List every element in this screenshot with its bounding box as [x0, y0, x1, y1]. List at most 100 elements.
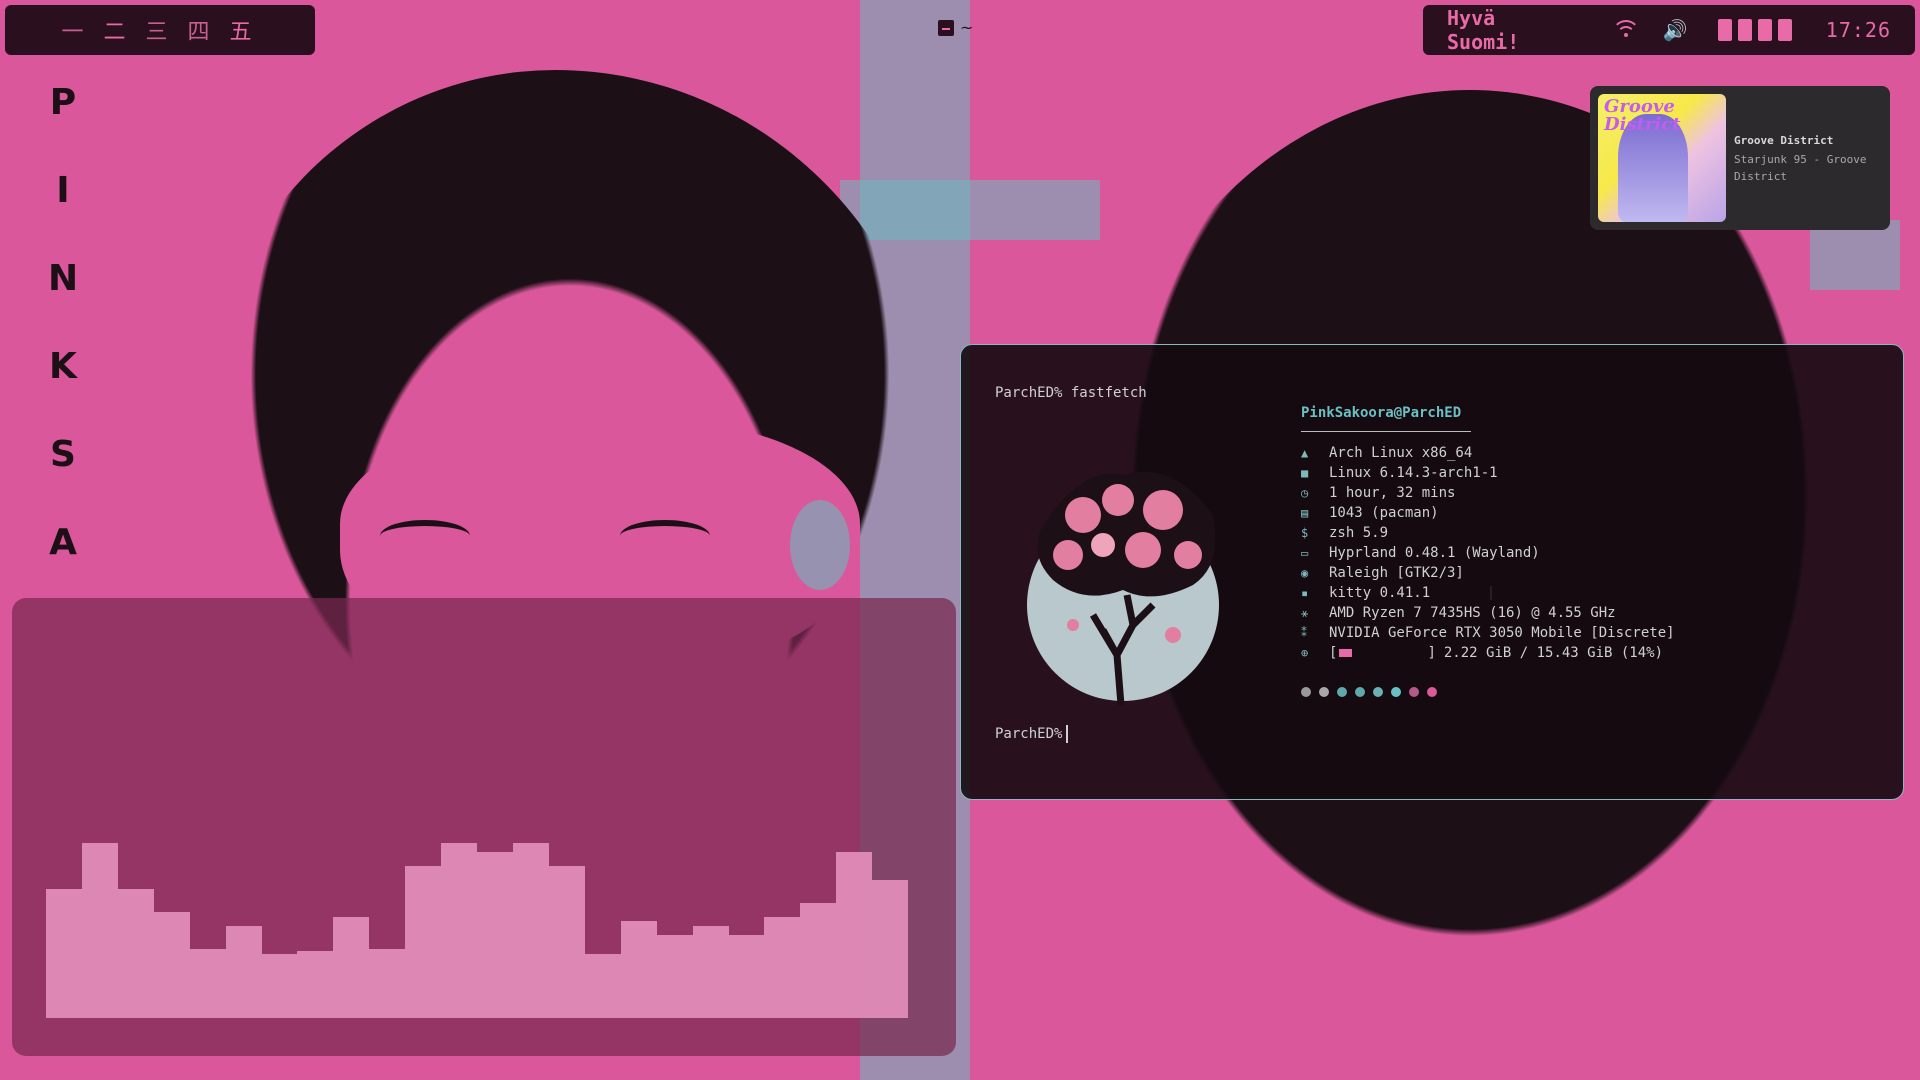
workspace-2[interactable]: 二: [101, 14, 128, 46]
fetch-gpu: NVIDIA GeForce RTX 3050 Mobile [Discrete…: [1329, 625, 1675, 641]
visualizer-bar: [477, 852, 513, 1018]
side-title-letter: K: [49, 346, 77, 387]
active-window-indicator[interactable]: ~: [938, 18, 973, 37]
battery-indicator[interactable]: [1717, 19, 1792, 41]
album-art: Groove District: [1598, 94, 1726, 222]
audio-visualizer: [12, 598, 956, 1056]
active-window-title: ~: [960, 18, 974, 37]
visualizer-bar: [153, 912, 190, 1018]
visualizer-bar: [46, 889, 82, 1018]
wifi-icon[interactable]: [1612, 20, 1641, 40]
side-title-letter: I: [56, 170, 70, 211]
visualizer-bar: [692, 926, 729, 1018]
memory-bar-track: [1337, 645, 1427, 661]
fetch-wm: Hyprland 0.48.1 (Wayland): [1329, 545, 1540, 561]
visualizer-bar: [584, 953, 621, 1018]
shell-icon: $: [1301, 526, 1309, 540]
visualizer-bar: [117, 889, 154, 1018]
media-track-title: Groove District: [1734, 134, 1834, 147]
album-art-title: Groove District: [1604, 96, 1681, 135]
palette-dot: [1355, 687, 1365, 697]
palette-dot: [1301, 687, 1311, 697]
visualizer-bar: [225, 926, 262, 1018]
terminal-icon: [938, 19, 954, 36]
workspace-bar: 一 二 三 四 五: [5, 5, 315, 55]
text-cursor: [1066, 725, 1069, 743]
palette-dot: [1409, 687, 1419, 697]
fetch-info-row: ▪ kitty 0.41.1: [1301, 583, 1675, 603]
workspace-1[interactable]: 一: [59, 14, 86, 46]
media-player-widget[interactable]: Groove District Groove District Starjunk…: [1590, 86, 1890, 230]
side-title-letter: N: [48, 258, 79, 299]
side-title-letter: P: [49, 82, 77, 123]
fetch-memory-bar-close: ]: [1427, 645, 1436, 661]
fetch-memory: 2.22 GiB / 15.43 GiB (14%): [1443, 645, 1664, 661]
fetch-info-row: ◉ Raleigh [GTK2/3]: [1301, 563, 1675, 583]
visualizer-bar: [441, 843, 478, 1018]
workspace-4[interactable]: 四: [185, 14, 212, 46]
window-icon: ▭: [1301, 546, 1309, 560]
prompt-text: ParchED%: [995, 726, 1063, 742]
fetch-cpu: AMD Ryzen 7 7435HS (16) @ 4.55 GHz: [1329, 605, 1616, 621]
fetch-info-row: ◷ 1 hour, 32 mins: [1301, 483, 1675, 503]
visualizer-bar: [81, 843, 118, 1018]
cpu-icon: ⚹: [1301, 605, 1309, 620]
side-title-letter: S: [50, 434, 76, 475]
fetch-kernel: Linux 6.14.3-arch1-1: [1329, 465, 1498, 481]
wallpaper-cyan-corner: [1810, 220, 1900, 290]
media-artist: Starjunk 95 - Groove: [1734, 153, 1867, 166]
battery-cell: [1737, 19, 1752, 41]
fetch-theme: Raleigh [GTK2/3]: [1329, 565, 1464, 581]
fetch-info-row: ⁑ NVIDIA GeForce RTX 3050 Mobile [Discret…: [1301, 623, 1675, 643]
media-info: Groove District Starjunk 95 - Groove Dis…: [1734, 94, 1866, 222]
volume-icon[interactable]: 🔊: [1663, 18, 1688, 42]
workspace-5[interactable]: 五: [227, 14, 254, 46]
terminal-window[interactable]: ParchED% fastfetch PinkSakoora@ParchED ▲…: [960, 344, 1904, 800]
workspace-3[interactable]: 三: [143, 14, 170, 46]
visualizer-bar: [620, 921, 657, 1018]
wallpaper-cyan-block: [840, 180, 1100, 240]
visualizer-bar: [728, 935, 765, 1018]
visualizer-bar: [261, 953, 298, 1018]
palette-dot: [1391, 687, 1401, 697]
fetch-info-row: ⚹ AMD Ryzen 7 7435HS (16) @ 4.55 GHz: [1301, 603, 1675, 623]
visualizer-bar: [836, 852, 873, 1018]
gpu-icon: ⁑: [1301, 626, 1307, 640]
battery-cell: [1717, 19, 1732, 41]
fetch-info-list: ▲ Arch Linux x86_64 ■ Linux 6.14.3-arch1-1…: [1301, 443, 1675, 663]
fetch-userhost: PinkSakoora@ParchED: [1301, 405, 1462, 421]
fetch-info-row: ▭ Hyprland 0.48.1 (Wayland): [1301, 543, 1675, 563]
terminal-command-line: ParchED% fastfetch: [995, 385, 1147, 401]
palette-dot: [1427, 687, 1437, 697]
package-icon: ▤: [1301, 506, 1309, 520]
palette-icon: ◉: [1301, 566, 1309, 580]
fetch-uptime: 1 hour, 32 mins: [1329, 485, 1456, 501]
visualizer-bar: [548, 866, 585, 1018]
palette-dot: [1319, 687, 1329, 697]
fetch-info-row: ⊕ [ ] 2.22 GiB / 15.43 GiB (14%): [1301, 643, 1675, 663]
visualizer-bar: [872, 880, 909, 1018]
visualizer-bar: [297, 951, 334, 1018]
visualizer-bar: [512, 843, 549, 1018]
fetch-info-row: ▲ Arch Linux x86_64: [1301, 443, 1675, 463]
battery-cell: [1757, 19, 1772, 41]
color-palette: [1301, 687, 1437, 697]
terminal-prompt[interactable]: ParchED%: [995, 725, 1069, 743]
greeting-text: Hyvä Suomi!: [1447, 6, 1520, 54]
fetch-info-row: ■ Linux 6.14.3-arch1-1: [1301, 463, 1675, 483]
clock[interactable]: 17:26: [1826, 18, 1891, 42]
visualizer-bar: [405, 866, 442, 1018]
cherry-tree-logo: [1027, 471, 1219, 705]
visualizer-bar: [369, 949, 406, 1018]
fetch-info-row: ▤ 1043 (pacman): [1301, 503, 1675, 523]
status-bar: Hyvä Suomi! 🔊 17:26: [1423, 5, 1915, 55]
fetch-packages: 1043 (pacman): [1329, 505, 1439, 521]
wallpaper-ear: [790, 500, 850, 590]
fetch-terminal: kitty 0.41.1: [1329, 585, 1431, 601]
mouse-cursor: [1490, 586, 1492, 600]
arch-icon: ▲: [1301, 446, 1309, 460]
side-title-letter: A: [49, 522, 77, 563]
visualizer-bar: [800, 903, 837, 1018]
visualizer-bar: [656, 935, 693, 1018]
visualizer-bar: [189, 949, 226, 1018]
